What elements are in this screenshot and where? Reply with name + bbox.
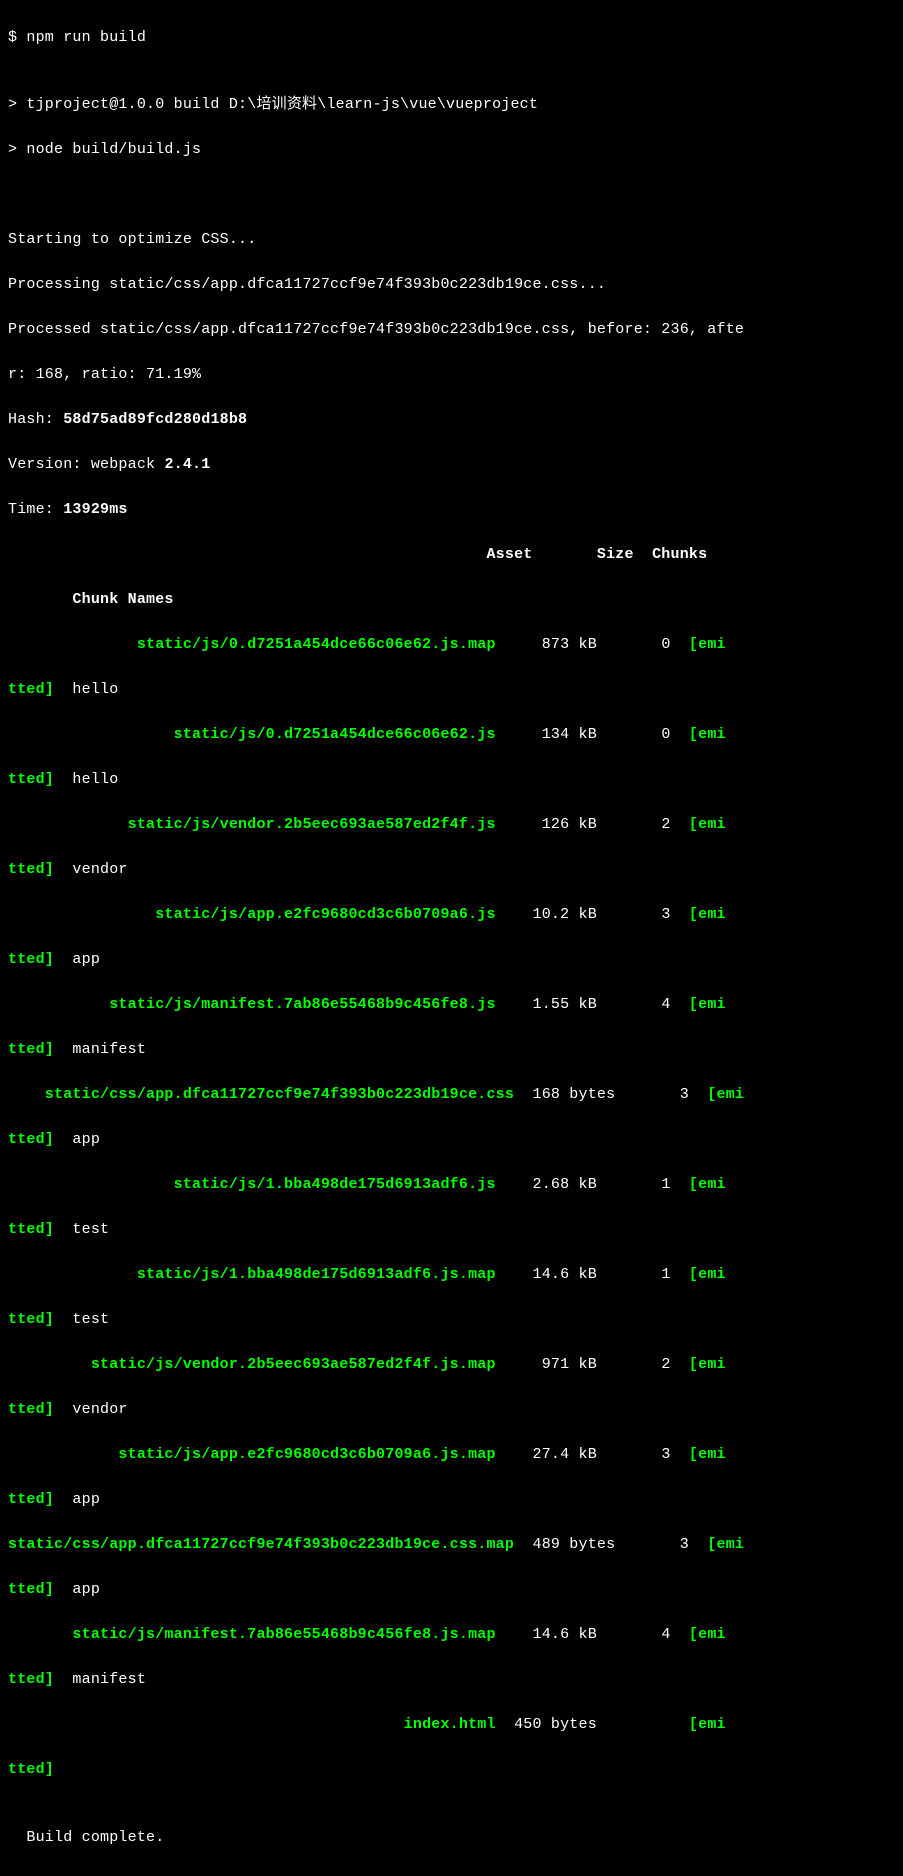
asset-row: static/js/app.e2fc9680cd3c6b0709a6.js.ma… xyxy=(8,1444,895,1467)
asset-row-wrap: tted] vendor xyxy=(8,1399,895,1422)
asset-row-wrap: tted] app xyxy=(8,1489,895,1512)
asset-row: static/js/app.e2fc9680cd3c6b0709a6.js 10… xyxy=(8,904,895,927)
asset-row: static/css/app.dfca11727ccf9e74f393b0c22… xyxy=(8,1534,895,1557)
css-optimize-start: Starting to optimize CSS... xyxy=(8,229,895,252)
asset-row: static/js/0.d7251a454dce66c06e62.js.map … xyxy=(8,634,895,657)
webpack-version: Version: webpack 2.4.1 xyxy=(8,454,895,477)
asset-row: static/js/1.bba498de175d6913adf6.js 2.68… xyxy=(8,1174,895,1197)
build-complete: Build complete. xyxy=(8,1827,895,1850)
asset-row-wrap: tted] app xyxy=(8,1129,895,1152)
asset-row-wrap: tted] app xyxy=(8,949,895,972)
css-processed-1: Processed static/css/app.dfca11727ccf9e7… xyxy=(8,319,895,342)
asset-row-wrap: tted] test xyxy=(8,1219,895,1242)
npm-script-header: > tjproject@1.0.0 build D:\培训资料\learn-js… xyxy=(8,94,895,117)
asset-row: static/js/1.bba498de175d6913adf6.js.map … xyxy=(8,1264,895,1287)
asset-row-wrap: tted] hello xyxy=(8,769,895,792)
asset-row-wrap: tted] vendor xyxy=(8,859,895,882)
asset-row: static/js/vendor.2b5eec693ae587ed2f4f.js… xyxy=(8,814,895,837)
asset-row-wrap: tted] manifest xyxy=(8,1669,895,1692)
asset-row-wrap: tted] manifest xyxy=(8,1039,895,1062)
asset-row: static/js/manifest.7ab86e55468b9c456fe8.… xyxy=(8,994,895,1017)
asset-row-wrap: tted] app xyxy=(8,1579,895,1602)
asset-row: static/css/app.dfca11727ccf9e74f393b0c22… xyxy=(8,1084,895,1107)
css-processing: Processing static/css/app.dfca11727ccf9e… xyxy=(8,274,895,297)
webpack-hash: Hash: 58d75ad89fcd280d18b8 xyxy=(8,409,895,432)
asset-row: static/js/manifest.7ab86e55468b9c456fe8.… xyxy=(8,1624,895,1647)
asset-row-wrap: tted] hello xyxy=(8,679,895,702)
command-line: $ npm run build xyxy=(8,27,895,50)
asset-row: index.html 450 bytes [emi xyxy=(8,1714,895,1737)
terminal-output[interactable]: $ npm run build > tjproject@1.0.0 build … xyxy=(0,0,903,1876)
asset-row: static/js/0.d7251a454dce66c06e62.js 134 … xyxy=(8,724,895,747)
asset-table-header-1: Asset Size Chunks xyxy=(8,544,895,567)
asset-table-header-2: Chunk Names xyxy=(8,589,895,612)
npm-script-command: > node build/build.js xyxy=(8,139,895,162)
css-processed-2: r: 168, ratio: 71.19% xyxy=(8,364,895,387)
asset-row-wrap: tted] test xyxy=(8,1309,895,1332)
asset-row-wrap: tted] xyxy=(8,1759,895,1782)
webpack-time: Time: 13929ms xyxy=(8,499,895,522)
asset-row: static/js/vendor.2b5eec693ae587ed2f4f.js… xyxy=(8,1354,895,1377)
